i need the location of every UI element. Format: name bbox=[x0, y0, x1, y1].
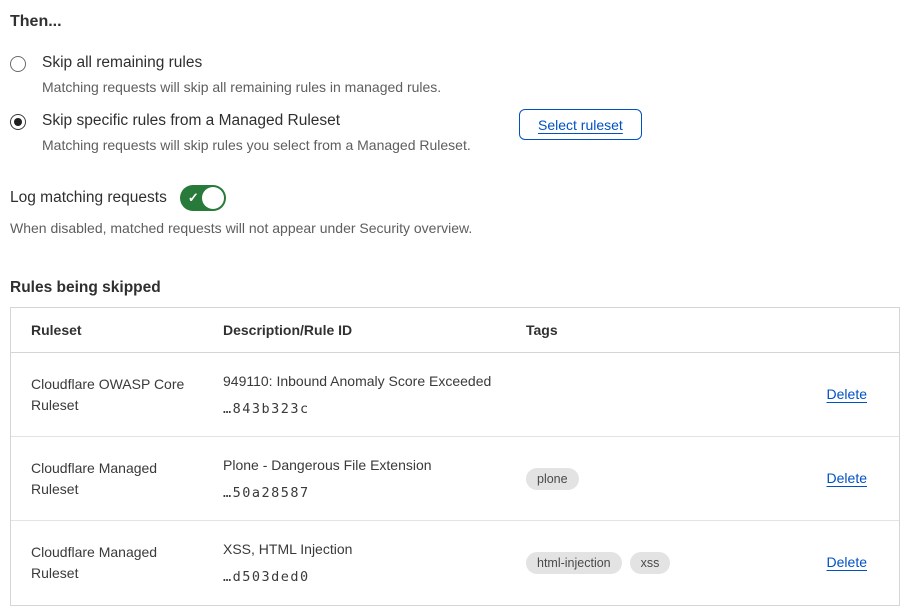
table-row: Cloudflare OWASP Core Ruleset 949110: In… bbox=[11, 353, 899, 437]
description-rule-id-cell: XSS, HTML Injection …d503ded0 bbox=[203, 541, 506, 585]
actions-cell: Delete bbox=[789, 554, 899, 572]
ruleset-name: Cloudflare Managed Ruleset bbox=[11, 542, 203, 584]
ruleset-name: Cloudflare Managed Ruleset bbox=[11, 458, 203, 500]
rule-description: Plone - Dangerous File Extension bbox=[223, 457, 506, 474]
rules-being-skipped-title: Rules being skipped bbox=[10, 279, 900, 297]
check-icon: ✓ bbox=[188, 189, 199, 207]
log-toggle-help-text: When disabled, matched requests will not… bbox=[10, 219, 900, 237]
tags-list: html-injection xss bbox=[526, 552, 789, 574]
column-header-description: Description/Rule ID bbox=[203, 322, 506, 338]
column-header-ruleset: Ruleset bbox=[11, 322, 203, 338]
option-description: Matching requests will skip rules you se… bbox=[42, 136, 471, 154]
option-description: Matching requests will skip all remainin… bbox=[42, 78, 441, 96]
rule-id: …843b323c bbox=[223, 401, 506, 417]
waf-rule-configuration-panel: Then... Skip all remaining rules Matchin… bbox=[0, 0, 911, 606]
option-skip-specific-rules: Skip specific rules from a Managed Rules… bbox=[10, 111, 900, 154]
log-matching-requests-toggle[interactable]: ✓ bbox=[180, 185, 226, 211]
table-body: Cloudflare OWASP Core Ruleset 949110: In… bbox=[11, 353, 899, 605]
tag-badge: xss bbox=[630, 552, 671, 574]
tag-badge: html-injection bbox=[526, 552, 622, 574]
delete-button[interactable]: Delete bbox=[827, 386, 867, 402]
log-matching-requests-label: Log matching requests bbox=[10, 189, 167, 207]
then-section-title: Then... bbox=[10, 12, 900, 32]
actions-cell: Delete bbox=[789, 470, 899, 488]
tags-list: plone bbox=[526, 468, 789, 490]
option-label[interactable]: Skip all remaining rules bbox=[42, 53, 441, 73]
description-rule-id-cell: Plone - Dangerous File Extension …50a285… bbox=[203, 457, 506, 501]
radio-skip-specific-rules[interactable] bbox=[10, 114, 26, 130]
rule-description: XSS, HTML Injection bbox=[223, 541, 506, 558]
delete-button[interactable]: Delete bbox=[827, 554, 867, 570]
column-header-tags: Tags bbox=[506, 322, 789, 338]
rule-id: …d503ded0 bbox=[223, 569, 506, 585]
ruleset-name: Cloudflare OWASP Core Ruleset bbox=[11, 374, 203, 416]
rule-id: …50a28587 bbox=[223, 485, 506, 501]
tag-badge: plone bbox=[526, 468, 579, 490]
rule-description: 949110: Inbound Anomaly Score Exceeded bbox=[223, 373, 506, 390]
toggle-knob bbox=[202, 187, 224, 209]
delete-button[interactable]: Delete bbox=[827, 470, 867, 486]
tags-cell: plone bbox=[506, 468, 789, 490]
table-header-row: Ruleset Description/Rule ID Tags bbox=[11, 308, 899, 353]
description-rule-id-cell: 949110: Inbound Anomaly Score Exceeded …… bbox=[203, 373, 506, 417]
table-row: Cloudflare Managed Ruleset XSS, HTML Inj… bbox=[11, 521, 899, 605]
option-label[interactable]: Skip specific rules from a Managed Rules… bbox=[42, 111, 471, 131]
tags-cell: html-injection xss bbox=[506, 552, 789, 574]
option-skip-all-remaining-rules: Skip all remaining rules Matching reques… bbox=[10, 53, 900, 96]
table-row: Cloudflare Managed Ruleset Plone - Dange… bbox=[11, 437, 899, 521]
rules-being-skipped-table: Ruleset Description/Rule ID Tags Cloudfl… bbox=[10, 307, 900, 606]
select-ruleset-button[interactable]: Select ruleset bbox=[519, 109, 642, 140]
radio-skip-all-remaining-rules[interactable] bbox=[10, 56, 26, 72]
log-matching-requests-row: Log matching requests ✓ bbox=[10, 185, 900, 211]
actions-cell: Delete bbox=[789, 386, 899, 404]
